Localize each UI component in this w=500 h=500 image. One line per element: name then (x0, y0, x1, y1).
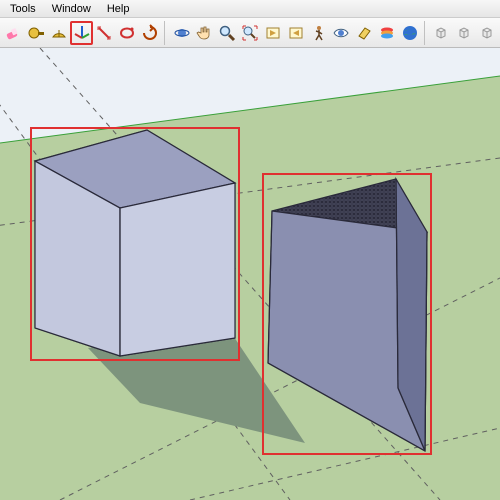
tape-measure-button[interactable] (25, 21, 47, 45)
menu-help[interactable]: Help (99, 2, 138, 16)
viewport-3d[interactable] (0, 48, 500, 500)
zoom-extents-button[interactable] (239, 21, 261, 45)
google-earth-button[interactable] (399, 21, 421, 45)
menu-bar: Tools Window Help (0, 0, 500, 18)
dimension-button[interactable] (94, 21, 116, 45)
menu-tools[interactable]: Tools (2, 2, 44, 16)
axes-button[interactable] (70, 21, 92, 45)
toolbar-separator-2 (424, 21, 428, 45)
section-plane-button[interactable] (353, 21, 375, 45)
menu-window[interactable]: Window (44, 2, 99, 16)
zoom-button[interactable] (216, 21, 238, 45)
toolbar (0, 18, 500, 48)
toolbar-separator (164, 21, 168, 45)
follow-me-button[interactable] (139, 21, 161, 45)
selection-highlight-left (30, 127, 240, 361)
protractor-button[interactable] (48, 21, 70, 45)
pan-button[interactable] (194, 21, 216, 45)
walk-button[interactable] (308, 21, 330, 45)
orbit-button[interactable] (171, 21, 193, 45)
next-view-button[interactable] (285, 21, 307, 45)
cube-toggle-1-button[interactable] (431, 21, 453, 45)
cube-toggle-2-button[interactable] (453, 21, 475, 45)
selection-highlight-right (262, 173, 432, 455)
eraser-button[interactable] (2, 21, 24, 45)
look-around-button[interactable] (331, 21, 353, 45)
cube-toggle-3-button[interactable] (476, 21, 498, 45)
previous-view-button[interactable] (262, 21, 284, 45)
layers-button[interactable] (376, 21, 398, 45)
text3d-button[interactable] (116, 21, 138, 45)
